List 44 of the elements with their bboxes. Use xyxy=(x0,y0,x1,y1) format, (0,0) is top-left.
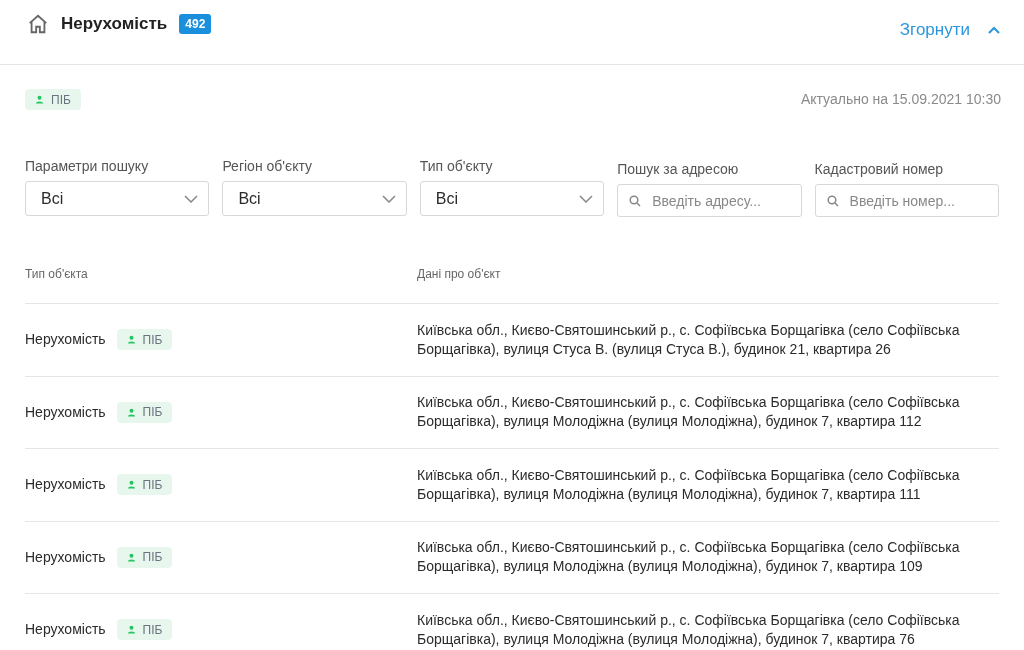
object-type: Нерухомість xyxy=(25,620,106,640)
chevron-down-icon xyxy=(184,194,199,203)
home-icon xyxy=(27,12,49,35)
count-badge: 492 xyxy=(179,13,212,34)
search-icon xyxy=(629,195,642,207)
person-icon xyxy=(126,552,136,562)
column-header: Дані про об'єкт xyxy=(417,266,502,283)
person-tag: ПІБ xyxy=(116,401,173,423)
filter-label: Регіон об'єкту xyxy=(222,157,313,176)
object-address: Київська обл., Києво-Святошинський р., с. Софіївська Борщагівка (село Софіївська Борщагівка), вулиця Молодіжна (вулиця Молодіжна), будинок 7, квартира 112 xyxy=(417,393,961,432)
chevron-down-icon xyxy=(579,194,594,203)
column-header: Тип об'єкта xyxy=(25,266,89,283)
chevron-up-icon xyxy=(988,25,1000,34)
object-address: Київська обл., Києво-Святошинський р., с. Софіївська Борщагівка (село Софіївська Борщагівка), вулиця Молодіжна (вулиця Молодіжна), будинок 7, квартира 111 xyxy=(417,465,961,504)
person-icon xyxy=(126,480,136,490)
filter-label: Параметри пошуку xyxy=(25,157,150,176)
filter-label: Тип об'єкту xyxy=(419,157,494,176)
updated-timestamp: Актуально на 15.09.2021 10:30 xyxy=(800,90,1001,109)
person-tag: ПІБ xyxy=(116,474,173,496)
select-dropdown[interactable]: Всі xyxy=(25,181,210,216)
page-title: Нерухомість xyxy=(61,13,168,35)
chevron-down-icon xyxy=(381,194,396,203)
person-icon xyxy=(126,407,136,417)
object-type: Нерухомість xyxy=(25,547,106,567)
person-tag: ПІБ xyxy=(25,89,81,110)
object-address: Київська обл., Києво-Святошинський р., с. Софіївська Борщагівка (село Софіївська Борщагівка), вулиця Стуса В. (вулиця Стуса В.), будинок 21, квартира 26 xyxy=(417,320,961,359)
object-type: Нерухомість xyxy=(25,402,106,422)
filter-label: Пошук за адресою xyxy=(617,160,740,179)
object-address: Київська обл., Києво-Святошинський р., с. Софіївська Борщагівка (село Софіївська Борщагівка), вулиця Молодіжна (вулиця Молодіжна), будинок 7, квартира 109 xyxy=(417,538,961,577)
person-icon xyxy=(126,625,136,635)
select-dropdown[interactable]: Всі xyxy=(419,181,605,216)
person-icon xyxy=(126,335,136,345)
object-type: Нерухомість xyxy=(25,475,106,495)
person-tag: ПІБ xyxy=(116,329,173,351)
filter-label: Кадастровий номер xyxy=(814,160,945,179)
search-field[interactable]: Введіть номер... xyxy=(814,184,999,217)
select-dropdown[interactable]: Всі xyxy=(222,181,407,216)
object-type: Нерухомість xyxy=(25,330,106,350)
person-icon xyxy=(35,95,44,104)
object-address: Київська обл., Києво-Святошинський р., с. Софіївська Борщагівка (село Софіївська Борщагівка), вулиця Молодіжна (вулиця Молодіжна), будинок 7, квартира 76 xyxy=(417,610,961,649)
search-field[interactable]: Введіть адресу... xyxy=(617,184,802,217)
person-tag: ПІБ xyxy=(116,546,173,568)
search-icon xyxy=(826,195,839,207)
person-tag: ПІБ xyxy=(116,619,173,641)
